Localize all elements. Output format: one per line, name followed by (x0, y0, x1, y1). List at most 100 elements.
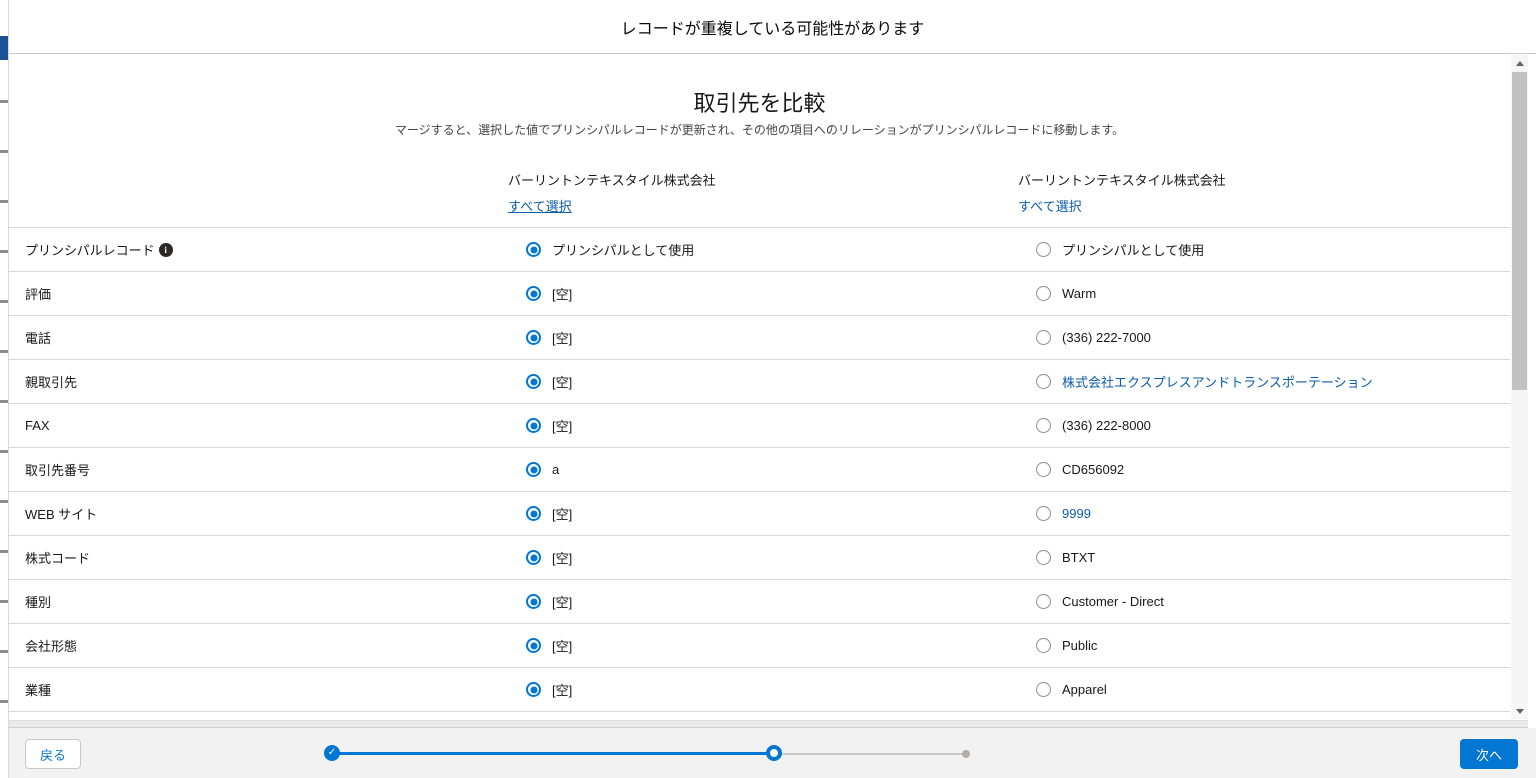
comparison-row: 電話 [空] (336) 222-7000 (9, 316, 1510, 360)
choice-cell-left: [空] (508, 548, 1018, 567)
radio-unselected[interactable] (1036, 286, 1051, 301)
choice-cell-right: Warm (1018, 286, 1510, 301)
radio-selected[interactable] (526, 462, 541, 477)
field-value-link[interactable]: 9999 (1062, 506, 1091, 521)
radio-unselected[interactable] (1036, 506, 1051, 521)
radio-unselected[interactable] (1036, 594, 1051, 609)
comparison-row: 種別 [空] Customer - Direct (9, 580, 1510, 624)
radio-selected[interactable] (526, 638, 541, 653)
field-value: Customer - Direct (1062, 594, 1164, 609)
field-label-cell: 業種 (25, 680, 508, 699)
progress-step-current (766, 745, 782, 761)
radio-unselected[interactable] (1036, 242, 1051, 257)
choice-cell-left: [空] (508, 592, 1018, 611)
choice-cell-left: [空] (508, 372, 1018, 391)
modal-header: レコードが重複している可能性があります (9, 0, 1536, 54)
triangle-up-icon (1516, 61, 1524, 66)
radio-selected[interactable] (526, 286, 541, 301)
field-value: (336) 222-8000 (1062, 418, 1151, 433)
field-value-link[interactable]: 株式会社エクスプレスアンドトランスポーテーション (1062, 372, 1373, 391)
choice-cell-left: [空] (508, 416, 1018, 435)
background-fragment (0, 250, 8, 253)
field-label-cell: 会社形態 (25, 636, 508, 655)
vertical-scrollbar[interactable] (1511, 55, 1528, 719)
radio-selected[interactable] (526, 506, 541, 521)
compare-heading: 取引先を比較 (9, 86, 1510, 118)
background-fragment (0, 400, 8, 403)
field-value: [空] (552, 680, 572, 699)
comparison-row: WEB サイト [空] 9999 (9, 492, 1510, 536)
field-label: FAX (25, 418, 50, 433)
field-value: BTXT (1062, 550, 1095, 565)
background-fragment (0, 36, 8, 60)
choice-cell-right: Public (1018, 638, 1510, 653)
scroll-up-button[interactable] (1511, 55, 1528, 71)
choice-cell-left: プリンシパルとして使用 (508, 240, 1018, 259)
background-fragment (0, 550, 8, 553)
field-label: 取引先番号 (25, 460, 90, 479)
record-name: バーリントンテキスタイル株式会社 (508, 170, 968, 189)
record-column-header-1: バーリントンテキスタイル株式会社 すべて選択 (508, 170, 968, 215)
progress-step-complete-check-icon: ✓ (324, 745, 340, 761)
choice-cell-right: 株式会社エクスプレスアンドトランスポーテーション (1018, 372, 1510, 391)
background-fragment (0, 200, 8, 203)
scroll-down-button[interactable] (1511, 703, 1528, 719)
progress-segment-complete (332, 752, 774, 755)
radio-selected[interactable] (526, 594, 541, 609)
field-label: WEB サイト (25, 504, 97, 523)
radio-selected[interactable] (526, 330, 541, 345)
comparison-row: 取引先番号aCD656092 (9, 448, 1510, 492)
select-all-link-1[interactable]: すべて選択 (508, 199, 572, 214)
radio-selected[interactable] (526, 418, 541, 433)
background-fragment (0, 600, 8, 603)
background-fragment (0, 150, 8, 153)
choice-cell-left: a (508, 462, 1018, 477)
next-button[interactable]: 次へ (1460, 739, 1518, 769)
horizontal-scrollbar[interactable] (9, 720, 1528, 728)
radio-unselected[interactable] (1036, 638, 1051, 653)
compare-subheading: マージすると、選択した値でプリンシパルレコードが更新され、その他の項目へのリレー… (9, 121, 1510, 138)
comparison-row: FAX [空] (336) 222-8000 (9, 404, 1510, 448)
comparison-row: 会社形態[空]Public (9, 624, 1510, 668)
field-value: (336) 222-7000 (1062, 330, 1151, 345)
field-label: プリンシパルレコード (25, 240, 155, 259)
field-value: Apparel (1062, 682, 1107, 697)
radio-unselected[interactable] (1036, 462, 1051, 477)
choice-cell-left: [空] (508, 636, 1018, 655)
radio-unselected[interactable] (1036, 550, 1051, 565)
choice-cell-left: [空] (508, 328, 1018, 347)
field-label-cell: WEB サイト (25, 504, 508, 523)
progress-indicator: ✓ (9, 728, 1536, 778)
field-value: [空] (552, 592, 572, 611)
background-page-sliver (0, 0, 8, 778)
radio-selected[interactable] (526, 682, 541, 697)
field-label-cell: 種別 (25, 592, 508, 611)
radio-selected[interactable] (526, 550, 541, 565)
record-column-header-2: バーリントンテキスタイル株式会社 すべて選択 (1018, 170, 1478, 215)
background-fragment (0, 350, 8, 353)
info-icon[interactable]: i (159, 243, 173, 257)
radio-unselected[interactable] (1036, 374, 1051, 389)
comparison-row: 業種 [空] Apparel (9, 668, 1510, 712)
field-label-cell: 取引先番号 (25, 460, 508, 479)
modal-footer: ✓ 戻る 次へ (9, 728, 1536, 778)
field-value: プリンシパルとして使用 (1062, 240, 1204, 259)
back-button[interactable]: 戻る (25, 739, 81, 769)
field-label: 種別 (25, 592, 51, 611)
scrollbar-thumb[interactable] (1512, 72, 1527, 390)
progress-segment-remaining (774, 753, 966, 755)
radio-selected[interactable] (526, 242, 541, 257)
field-label-cell: 親取引先 (25, 372, 508, 391)
choice-cell-left: [空] (508, 504, 1018, 523)
radio-unselected[interactable] (1036, 682, 1051, 697)
choice-cell-right: プリンシパルとして使用 (1018, 240, 1510, 259)
radio-selected[interactable] (526, 374, 541, 389)
radio-unselected[interactable] (1036, 418, 1051, 433)
choice-cell-left: [空] (508, 680, 1018, 699)
choice-cell-right: Customer - Direct (1018, 594, 1510, 609)
select-all-link-2[interactable]: すべて選択 (1018, 199, 1082, 214)
field-label-cell: 評価 (25, 284, 508, 303)
field-label-cell: FAX (25, 418, 508, 433)
field-label: 電話 (25, 328, 51, 347)
radio-unselected[interactable] (1036, 330, 1051, 345)
